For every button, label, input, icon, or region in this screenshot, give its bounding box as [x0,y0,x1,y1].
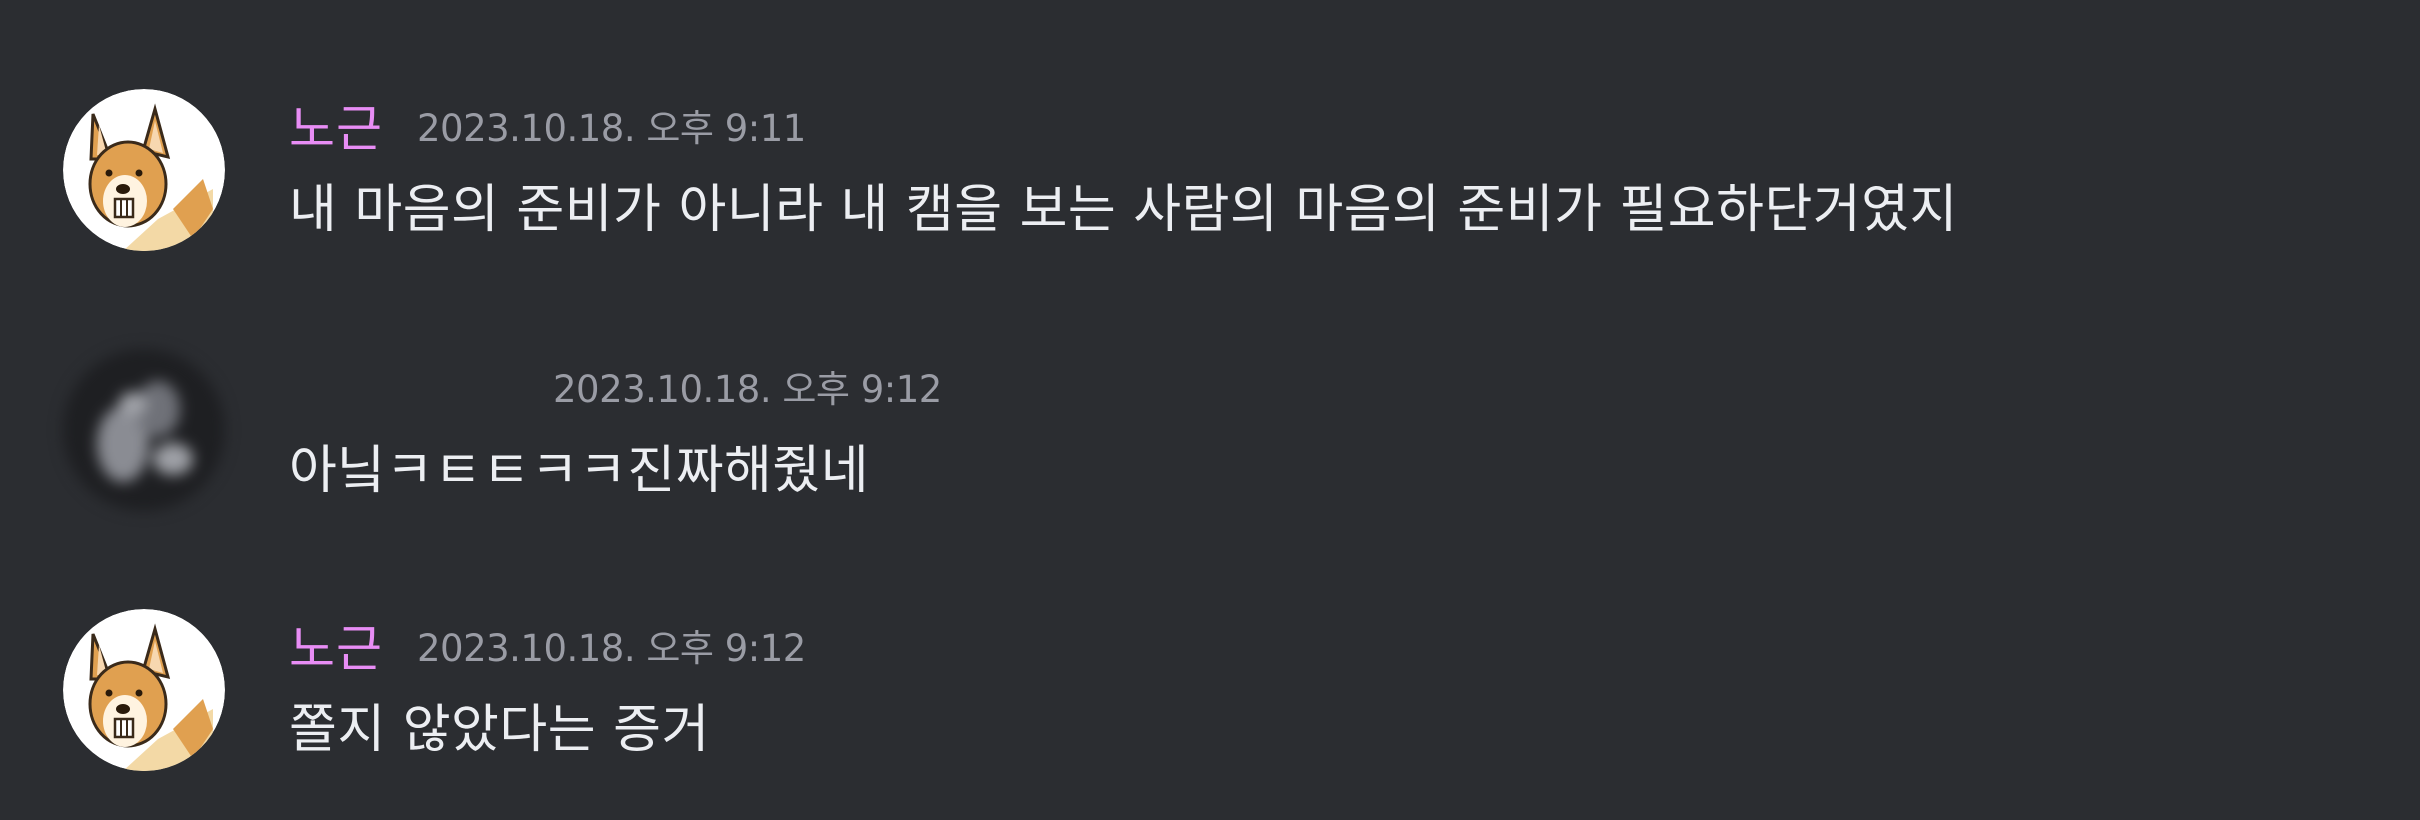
username[interactable]: 노근 [289,609,383,681]
username-hidden [289,361,519,411]
message-text: 아닠ㅋㅌㅌㅋㅋ진짜해줬네 [289,441,870,501]
corgi-dog-avatar-icon [63,609,225,771]
message-text: 쫄지 않았다는 증거 [289,700,710,760]
message-header: 2023.10.18. 오후 9:12 [289,351,942,421]
user-avatar[interactable] [63,349,225,511]
user-avatar[interactable] [63,609,225,771]
corgi-dog-avatar-icon [63,89,225,251]
message-header: 노근 2023.10.18. 오후 9:12 [289,610,806,680]
user-avatar[interactable] [63,89,225,251]
chat-message-list: 노근 2023.10.18. 오후 9:11 내 마음의 준비가 아니라 내 캠… [0,0,2420,820]
blurred-avatar-icon [63,349,225,511]
timestamp[interactable]: 2023.10.18. 오후 9:12 [417,618,806,672]
timestamp[interactable]: 2023.10.18. 오후 9:11 [417,98,806,152]
message-text: 내 마음의 준비가 아니라 내 캠을 보는 사람의 마음의 준비가 필요하단거였… [289,180,1958,240]
message-header: 노근 2023.10.18. 오후 9:11 [289,90,806,160]
username[interactable]: 노근 [289,89,383,161]
timestamp[interactable]: 2023.10.18. 오후 9:12 [553,359,942,413]
